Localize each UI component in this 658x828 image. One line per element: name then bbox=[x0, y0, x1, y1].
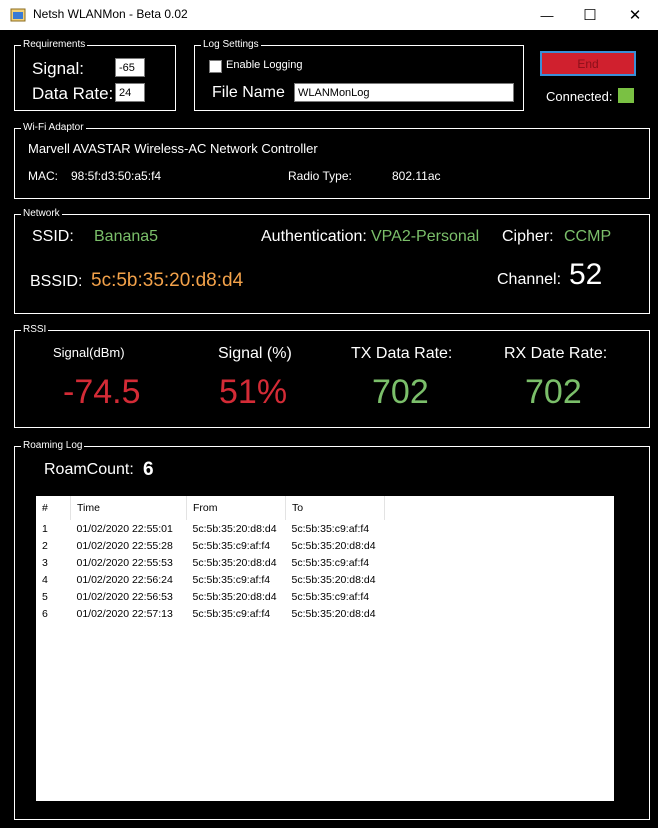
log-settings-legend: Log Settings bbox=[201, 39, 261, 50]
table-row[interactable]: 5 01/02/2020 22:56:53 5c:5b:35:20:d8:d4 … bbox=[36, 588, 385, 605]
table-row[interactable]: 2 01/02/2020 22:55:28 5c:5b:35:c9:af:f4 … bbox=[36, 537, 385, 554]
wifi-adaptor-legend: Wi-Fi Adaptor bbox=[21, 122, 86, 133]
table-cell: 01/02/2020 22:56:53 bbox=[76, 590, 173, 603]
wifi-adaptor-group: Wi-Fi Adaptor Marvell AVASTAR Wireless-A… bbox=[14, 122, 650, 199]
minimize-button[interactable]: — bbox=[524, 0, 570, 30]
rx-rate-value: 702 bbox=[525, 373, 582, 411]
tx-rate-label: TX Data Rate: bbox=[351, 345, 453, 362]
network-group: Network SSID: Banana5 Authentication: VP… bbox=[14, 208, 650, 314]
ssid-value: Banana5 bbox=[94, 228, 159, 245]
table-cell: 5c:5b:35:20:d8:d4 bbox=[291, 607, 376, 620]
end-button[interactable]: End bbox=[540, 51, 636, 76]
requirements-group: Requirements Signal: Data Rate: bbox=[14, 39, 176, 111]
table-cell: 5c:5b:35:20:d8:d4 bbox=[192, 556, 277, 569]
table-cell: 4 bbox=[42, 573, 48, 586]
bssid-value: 5c:5b:35:20:d8:d4 bbox=[91, 270, 244, 291]
bssid-label: BSSID: bbox=[30, 273, 83, 290]
rx-rate-label: RX Date Rate: bbox=[504, 345, 608, 362]
roaming-log-group: Roaming Log RoamCount: 6 # Time From To … bbox=[14, 440, 650, 820]
table-cell: 01/02/2020 22:57:13 bbox=[76, 607, 173, 620]
table-row[interactable]: 4 01/02/2020 22:56:24 5c:5b:35:c9:af:f4 … bbox=[36, 571, 385, 588]
cipher-label: Cipher: bbox=[502, 228, 554, 245]
cipher-value: CCMP bbox=[564, 228, 612, 245]
table-cell: 5c:5b:35:c9:af:f4 bbox=[291, 522, 370, 535]
table-row[interactable]: 3 01/02/2020 22:55:53 5c:5b:35:20:d8:d4 … bbox=[36, 554, 385, 571]
table-cell: 01/02/2020 22:55:01 bbox=[76, 522, 173, 535]
enable-logging-label[interactable]: Enable Logging bbox=[226, 59, 302, 71]
table-cell: 01/02/2020 22:55:28 bbox=[76, 539, 173, 552]
ssid-label: SSID: bbox=[32, 228, 74, 245]
table-header: # Time From To bbox=[36, 496, 385, 520]
authentication-label: Authentication: bbox=[261, 228, 367, 245]
rssi-legend: RSSI bbox=[21, 324, 49, 335]
data-rate-requirement-label: Data Rate: bbox=[32, 84, 114, 103]
table-cell: 2 bbox=[42, 539, 48, 552]
table-cell: 5c:5b:35:c9:af:f4 bbox=[291, 590, 370, 603]
app-icon bbox=[10, 8, 26, 22]
channel-label: Channel: bbox=[497, 271, 562, 288]
table-cell: 5c:5b:35:20:d8:d4 bbox=[192, 522, 277, 535]
network-legend: Network bbox=[21, 208, 62, 219]
file-name-label: File Name bbox=[212, 84, 285, 101]
signal-dbm-label: Signal(dBm) bbox=[53, 345, 125, 360]
table-cell: 5c:5b:35:c9:af:f4 bbox=[192, 573, 271, 586]
column-header[interactable]: Time bbox=[70, 496, 187, 520]
column-header[interactable]: To bbox=[285, 496, 385, 520]
adaptor-name: Marvell AVASTAR Wireless-AC Network Cont… bbox=[28, 141, 318, 156]
roaming-log-legend: Roaming Log bbox=[21, 440, 85, 451]
table-cell: 1 bbox=[42, 522, 48, 535]
table-cell: 3 bbox=[42, 556, 48, 569]
signal-percent-value: 51% bbox=[219, 373, 288, 411]
table-cell: 5c:5b:35:20:d8:d4 bbox=[291, 573, 376, 586]
connected-indicator bbox=[618, 88, 634, 103]
roam-count-label: RoamCount: bbox=[44, 461, 134, 478]
table-cell: 01/02/2020 22:56:24 bbox=[76, 573, 173, 586]
log-settings-group: Log Settings Enable Logging File Name bbox=[194, 39, 524, 111]
table-cell: 5c:5b:35:c9:af:f4 bbox=[192, 539, 271, 552]
table-cell: 01/02/2020 22:55:53 bbox=[76, 556, 173, 569]
requirements-legend: Requirements bbox=[21, 39, 88, 50]
radio-type-label: Radio Type: bbox=[288, 169, 352, 183]
maximize-button[interactable]: ☐ bbox=[567, 0, 613, 30]
signal-requirement-input[interactable] bbox=[115, 58, 145, 77]
table-cell: 5c:5b:35:c9:af:f4 bbox=[192, 607, 271, 620]
mac-label: MAC: bbox=[28, 169, 58, 183]
table-cell: 5c:5b:35:20:d8:d4 bbox=[291, 539, 376, 552]
enable-logging-checkbox[interactable] bbox=[209, 60, 222, 73]
signal-percent-label: Signal (%) bbox=[218, 345, 292, 362]
table-cell: 5c:5b:35:20:d8:d4 bbox=[192, 590, 277, 603]
table-row[interactable]: 1 01/02/2020 22:55:01 5c:5b:35:20:d8:d4 … bbox=[36, 520, 385, 537]
connected-label: Connected: bbox=[546, 89, 613, 104]
title-bar: Netsh WLANMon - Beta 0.02 — ☐ ✕ bbox=[0, 0, 658, 30]
roaming-log-table[interactable]: # Time From To 1 01/02/2020 22:55:01 5c:… bbox=[36, 496, 614, 801]
file-name-input[interactable] bbox=[294, 83, 514, 102]
column-header[interactable]: From bbox=[186, 496, 286, 520]
close-button[interactable]: ✕ bbox=[612, 0, 658, 30]
data-rate-requirement-input[interactable] bbox=[115, 83, 145, 102]
channel-value: 52 bbox=[569, 258, 603, 291]
mac-value: 98:5f:d3:50:a5:f4 bbox=[71, 169, 162, 183]
table-cell: 6 bbox=[42, 607, 48, 620]
radio-type-value: 802.11ac bbox=[392, 169, 441, 183]
table-cell: 5c:5b:35:c9:af:f4 bbox=[291, 556, 370, 569]
tx-rate-value: 702 bbox=[372, 373, 429, 411]
rssi-group: RSSI Signal(dBm) -74.5 Signal (%) 51% TX… bbox=[14, 324, 650, 428]
authentication-value: VPA2-Personal bbox=[371, 228, 480, 245]
table-row[interactable]: 6 01/02/2020 22:57:13 5c:5b:35:c9:af:f4 … bbox=[36, 605, 385, 622]
table-cell: 5 bbox=[42, 590, 48, 603]
window-title: Netsh WLANMon - Beta 0.02 bbox=[33, 7, 188, 21]
column-header[interactable]: # bbox=[36, 496, 71, 520]
signal-requirement-label: Signal: bbox=[32, 59, 84, 78]
roam-count-value: 6 bbox=[143, 459, 154, 480]
signal-dbm-value: -74.5 bbox=[63, 373, 141, 411]
